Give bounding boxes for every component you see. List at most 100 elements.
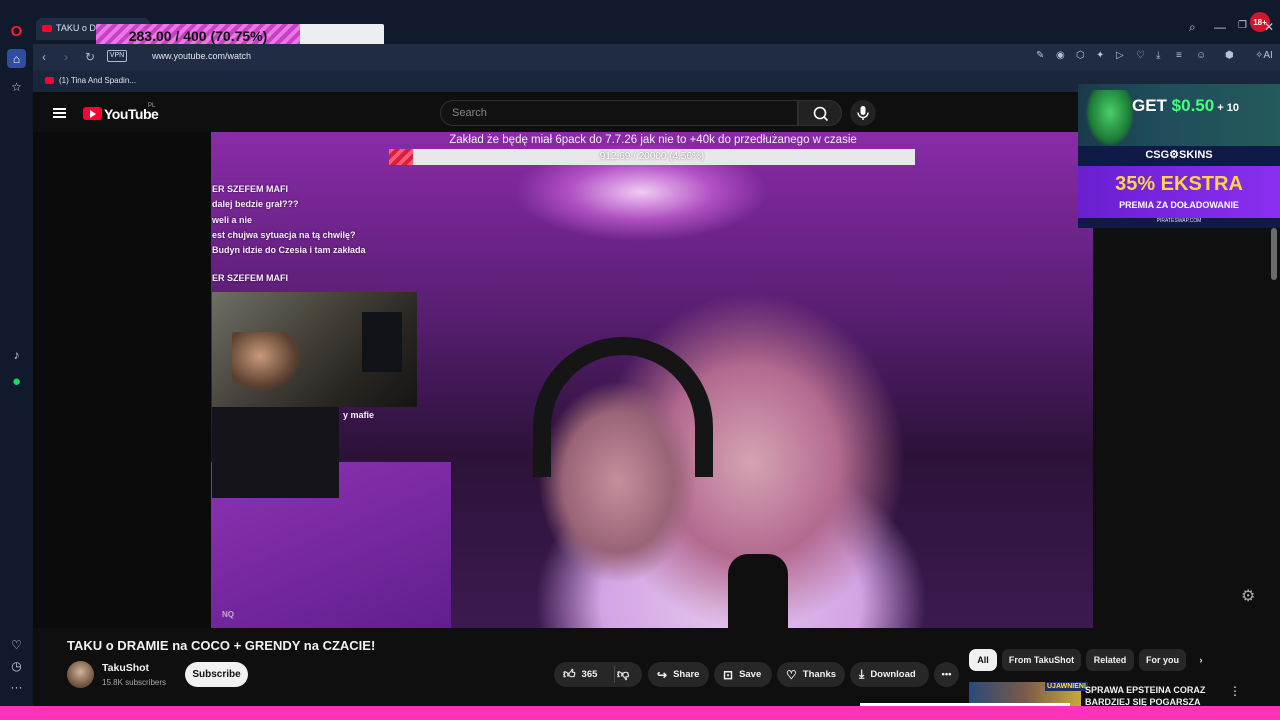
mascot-icon[interactable]: ⚙ [1241, 586, 1255, 606]
play-icon[interactable]: ▷ [1116, 50, 1124, 61]
subscriber-count: 15.8K subscribers [102, 678, 167, 687]
chip-all[interactable]: All [969, 649, 997, 671]
recommendation-title[interactable]: SPRAWA EPSTEINA CORAZ BARDZIEJ SIĘ POGAR… [1085, 684, 1235, 708]
star-icon[interactable]: ☆ [7, 77, 26, 96]
edit-icon[interactable]: ✎ [1036, 50, 1044, 61]
search-button[interactable] [798, 100, 842, 126]
sponsored-ad[interactable]: GET $0.50 + 10 CSG⚙SKINS 35% EKSTRA PREM… [1078, 84, 1280, 228]
url-field[interactable]: www.youtube.com/watch [152, 51, 251, 61]
profile-icon[interactable]: ☺ [1196, 50, 1206, 61]
search-input[interactable] [441, 101, 797, 125]
extension-icon[interactable]: ✦ [1096, 50, 1104, 61]
download-label: Download [870, 669, 916, 680]
search-icon [813, 106, 829, 122]
ad-bonus-box: 35% EKSTRA PREMIA ZA DOŁADOWANIE [1078, 166, 1280, 218]
chat-line: ER SZEFEM MAFI [212, 273, 288, 284]
browser-sidebar: O ⌂ ☆ ♪ ● ♡ ◷ ··· [0, 0, 33, 720]
save-button[interactable]: ⊡ Save [714, 662, 772, 687]
chat-line: dalej bedzie grał??? [212, 199, 299, 210]
home-icon[interactable]: ⌂ [7, 49, 26, 68]
ad-footer: PIRATESWAP.COM [1156, 218, 1202, 224]
like-count: 365 [581, 669, 598, 680]
chat-line: weli a nie [212, 214, 253, 225]
thumbs-up-icon: 👍︎ [563, 667, 576, 681]
more-actions-button[interactable]: ••• [934, 662, 959, 687]
country-code: PL [148, 103, 156, 109]
video-title: TAKU o DRAMIE na COCO + GRENDY na CZACIE… [67, 638, 376, 653]
tab-title: TAKU o D [56, 23, 96, 33]
more-icon[interactable]: ··· [7, 677, 26, 696]
heart-icon[interactable]: ♡ [7, 635, 26, 654]
microphone-icon [857, 106, 869, 120]
ai-label: AI [1263, 50, 1273, 61]
chat-panel-dark [212, 407, 339, 498]
thumbs-down-icon[interactable]: 👎︎ [617, 667, 629, 682]
ad-bonus-sub: PREMIA ZA DOŁADOWANIE [1119, 200, 1239, 210]
thanks-button[interactable]: ♡ Thanks [777, 662, 845, 687]
chat-line: ER SZEFEM MAFI [212, 184, 288, 194]
page-scrollbar[interactable] [1271, 228, 1277, 280]
ad-headline: GET $0.50 + 10 [1132, 96, 1239, 116]
shield-icon[interactable]: ⬡ [1076, 50, 1085, 61]
thanks-heart-icon: ♡ [786, 667, 797, 682]
chips-next-icon[interactable]: › [1191, 649, 1211, 671]
spotify-icon[interactable]: ● [7, 372, 26, 391]
restore-icon[interactable]: ❐ [1238, 20, 1247, 31]
facecam-overlay [212, 292, 417, 407]
ad-bonus-main: 35% EKSTRA [1115, 173, 1243, 195]
video-player[interactable]: Zakład że będę miał 6pack do 7.7.26 jak … [33, 132, 1093, 628]
minimize-icon[interactable]: — [1214, 20, 1226, 34]
rec-more-icon[interactable]: ⋮ [1229, 684, 1241, 698]
download-icon[interactable]: ⤓ [1156, 50, 1160, 61]
aria-ai-icon[interactable]: ✧AI [1255, 50, 1273, 61]
chat-line: y mafie [343, 410, 375, 420]
bottom-color-strip [0, 706, 1280, 720]
ad-get-amount: $0.50 [1171, 96, 1215, 115]
opera-logo-icon[interactable]: O [7, 22, 26, 41]
channel-name[interactable]: TakuShot [102, 662, 149, 674]
clock-icon[interactable]: ◷ [7, 656, 26, 675]
voice-search-button[interactable] [850, 100, 876, 126]
channel-avatar[interactable] [67, 661, 94, 688]
youtube-favicon-icon [45, 77, 54, 84]
menu-icon[interactable]: ≡ [1176, 50, 1182, 61]
chip-for-you[interactable]: For you [1139, 649, 1186, 671]
like-button[interactable]: 👍︎ 365 👎︎ [554, 662, 642, 687]
address-bar: ‹ › ↻ VPN www.youtube.com/watch ✎ ◉ ⬡ ✦ … [33, 44, 1280, 70]
forward-icon[interactable]: › [64, 50, 68, 64]
stream-chat: ER SZEFEM MAFI dalej bedzie grał??? weli… [212, 182, 366, 287]
share-label: Share [673, 669, 700, 680]
download-button[interactable]: ⤓ Download [850, 662, 929, 687]
ad-brand: CSG⚙SKINS [1145, 149, 1213, 161]
close-window-icon[interactable]: ✕ [1264, 20, 1274, 34]
reload-icon[interactable]: ↻ [85, 50, 95, 64]
ad-character-image [1086, 90, 1134, 146]
goal-title: Zakład że będę miał 6pack do 7.7.26 jak … [449, 134, 857, 146]
more-horizontal-icon: ••• [941, 669, 952, 680]
chat-line: Budyn idzie do Czesia i tam zakłada [212, 245, 366, 256]
youtube-logo-icon[interactable] [83, 107, 102, 120]
ad-get-suffix: + 10 [1214, 102, 1239, 114]
thumbnail-tag: UJAWNIENI [1045, 682, 1088, 691]
back-icon[interactable]: ‹ [42, 50, 46, 64]
chip-related[interactable]: Related [1086, 649, 1134, 671]
search-box [440, 100, 798, 126]
ad-get-prefix: GET [1132, 96, 1172, 115]
chip-from-takushot[interactable]: From TakuShot [1002, 649, 1081, 671]
tiktok-icon[interactable]: ♪ [7, 345, 26, 364]
hamburger-menu-icon[interactable] [53, 108, 66, 118]
goal-progress-text: 912.69 / 20000 (4.56%) [599, 151, 705, 162]
vpn-badge[interactable]: VPN [107, 50, 127, 62]
cube-icon[interactable]: ⬢ [1225, 50, 1234, 61]
youtube-favicon-icon [42, 25, 52, 32]
download-arrow-icon: ⤓ [859, 667, 865, 681]
search-tabs-icon[interactable]: ⌕ [1189, 20, 1196, 35]
thanks-label: Thanks [802, 669, 837, 680]
bottom-strip-highlight [860, 703, 1070, 706]
bookmark-icon: ⊡ [723, 667, 734, 682]
heart-outline-icon[interactable]: ♡ [1136, 50, 1145, 61]
subscribe-button[interactable]: Subscribe [185, 662, 248, 687]
camera-icon[interactable]: ◉ [1056, 50, 1065, 61]
share-button[interactable]: ↪ Share [648, 662, 709, 687]
bookmark-item[interactable]: (1) Tina And Spadin... [45, 76, 136, 85]
